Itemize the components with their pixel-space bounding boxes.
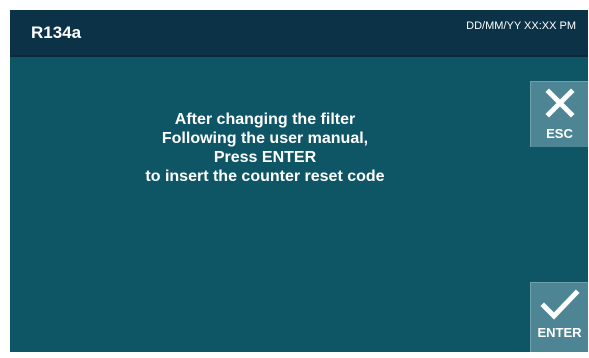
esc-button-label: ESC [546, 126, 573, 141]
refrigerant-title: R134a [31, 23, 82, 42]
datetime-display: DD/MM/YY XX:XX PM [466, 20, 576, 32]
instruction-message: After changing the filter Following the … [110, 110, 420, 186]
message-line: to insert the counter reset code [145, 168, 385, 185]
header-divider [10, 55, 588, 57]
checkmark-icon [539, 289, 580, 320]
header-bar: R134a DD/MM/YY XX:XX PM [10, 10, 588, 55]
message-line: After changing the filter [174, 111, 356, 128]
device-screen: R134a DD/MM/YY XX:XX PM After changing t… [10, 10, 588, 352]
message-line: Press ENTER [213, 149, 317, 166]
close-icon [544, 88, 575, 118]
message-line: Following the user manual, [161, 130, 369, 147]
esc-button[interactable]: ESC [530, 81, 588, 147]
enter-button-label: ENTER [537, 325, 582, 340]
enter-button[interactable]: ENTER [530, 282, 588, 352]
